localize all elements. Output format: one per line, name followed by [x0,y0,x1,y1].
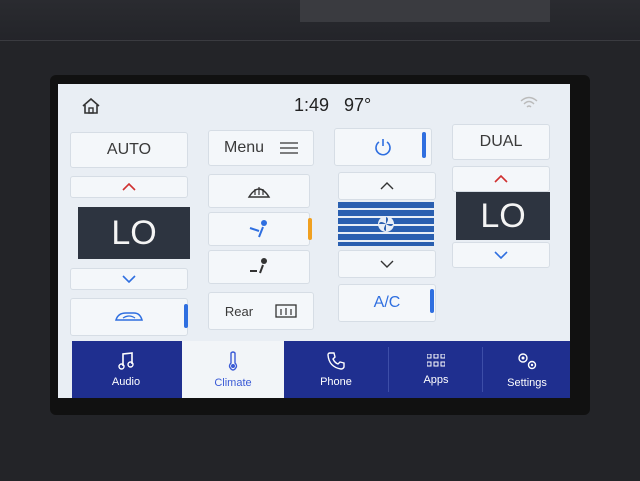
fan-icon [378,216,394,232]
ac-indicator [430,289,434,313]
dual-label: DUAL [479,133,523,150]
nav-phone-label: Phone [320,375,352,388]
auto-button[interactable]: AUTO [70,132,188,168]
chevron-down-icon [494,251,508,259]
dual-button[interactable]: DUAL [452,124,550,160]
right-temp-value: LO [480,196,526,235]
power-button[interactable] [334,128,432,166]
nav-phone[interactable]: Phone [286,341,386,398]
air-vent [300,0,550,22]
nav-divider [388,347,389,392]
nav-apps-label: Apps [423,373,449,386]
status-bar: 1:49 97° [58,84,570,122]
nav-climate-label: Climate [214,376,252,389]
rear-label: Rear [224,303,254,319]
left-temp-down-button[interactable] [70,268,188,290]
bottom-nav: Audio Climate Phone Apps Settings [72,341,570,398]
music-note-icon [118,351,134,370]
nav-settings[interactable]: Settings [484,341,570,398]
apps-grid-icon [427,353,445,366]
wifi-icon [520,96,538,115]
fan-speed-down-button[interactable] [338,250,436,278]
left-temp-value: LO [111,213,157,252]
chevron-down-icon [122,275,136,283]
airflow-feet-icon [250,258,267,274]
nav-climate[interactable]: Climate [182,341,284,398]
nav-audio[interactable]: Audio [72,341,180,398]
rear-defrost-icon [275,304,297,318]
left-temp-display: LO [78,207,190,259]
chevron-up-icon [380,182,394,190]
front-defrost-icon [247,187,271,198]
nav-settings-label: Settings [507,376,547,389]
thermometer-icon [228,350,238,371]
right-temp-up-button[interactable] [452,166,550,192]
chevron-down-icon [380,260,394,268]
phone-icon [327,351,345,370]
gears-icon [518,352,537,369]
nav-audio-label: Audio [111,375,141,388]
clock: 1:49 [294,95,330,115]
ac-button[interactable]: A/C [338,284,436,322]
rear-defrost-button[interactable]: Rear [208,292,314,330]
airflow-face-button[interactable] [208,212,310,246]
infotainment-screen: 1:49 97° AUTO LO Menu Rear A/C DUAL LO A… [58,84,570,398]
menu-button[interactable]: Menu [208,130,314,166]
right-temp-display: LO [456,192,550,240]
menu-label: Menu [223,139,265,156]
auto-label: AUTO [106,141,152,158]
airflow-face-icon [249,220,267,238]
nav-apps[interactable]: Apps [390,341,482,398]
power-indicator [422,132,426,158]
airflow-feet-button[interactable] [208,250,310,284]
left-temp-up-button[interactable] [70,176,188,198]
outside-temperature: 97° [344,95,372,115]
home-icon[interactable] [82,97,100,119]
recirculation-icon [115,312,143,321]
airflow-face-indicator [308,218,312,240]
ac-label: A/C [373,294,401,311]
recirculation-indicator [184,304,188,328]
max-defrost-button[interactable] [208,174,310,208]
chevron-up-icon [494,175,508,183]
menu-icon [280,142,299,154]
chevron-up-icon [122,183,136,191]
fan-speed-up-button[interactable] [338,172,436,200]
power-icon [375,139,391,156]
nav-divider [482,347,483,392]
fan-speed-display [338,202,434,246]
right-temp-down-button[interactable] [452,242,550,268]
recirculation-button[interactable] [70,298,188,336]
